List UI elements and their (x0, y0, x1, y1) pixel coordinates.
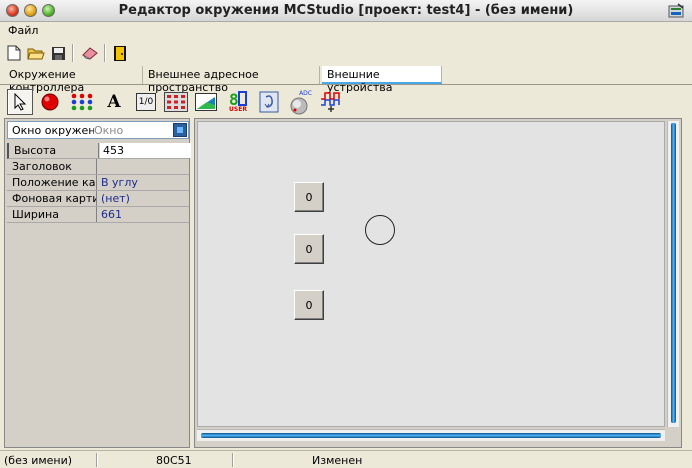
canvas-button[interactable]: 0 (294, 290, 324, 320)
new-file-icon[interactable] (4, 43, 24, 63)
horizontal-scroll-thumb[interactable] (201, 433, 661, 438)
property-row[interactable]: Фоновая картинка (нет) (7, 191, 189, 207)
eraser-icon[interactable] (80, 43, 100, 63)
vertical-scrollbar[interactable] (667, 121, 679, 427)
device-palette: A 1/0 8 USER ADC (0, 86, 692, 118)
property-name: Высота (9, 143, 99, 158)
property-row[interactable]: Заголовок (7, 159, 189, 175)
selected-object-name: Окно окружения (12, 124, 94, 137)
status-cpu: 80C51 (156, 454, 192, 467)
property-row[interactable]: Положение картинки В углу (7, 175, 189, 191)
toolbar-separator (104, 44, 106, 62)
canvas-led-circle[interactable] (365, 215, 395, 245)
toolbar-separator (72, 44, 74, 62)
user-label: USER (229, 106, 247, 113)
signal-generator-icon[interactable] (318, 89, 344, 115)
led-matrix-icon[interactable] (69, 89, 95, 115)
object-selector[interactable]: Окно окружения Окно (7, 121, 189, 139)
status-separator (232, 453, 234, 467)
window-title: Редактор окружения MCStudio [проект: tes… (118, 3, 574, 18)
object-inspector: Окно окружения Окно Высота 453 Заголовок… (4, 118, 191, 448)
led-icon[interactable] (37, 89, 63, 115)
io-switch-label: 1/0 (135, 93, 157, 111)
keypad-icon[interactable] (163, 89, 189, 115)
horizontal-scrollbar[interactable] (197, 429, 665, 441)
vertical-scroll-thumb[interactable] (671, 123, 676, 423)
save-icon[interactable] (48, 43, 68, 63)
status-bar: (без имени) 80C51 Изменен (0, 450, 692, 468)
property-value[interactable]: В углу (98, 175, 189, 190)
lcd-display-icon[interactable] (193, 89, 219, 115)
io-switch-icon[interactable]: 1/0 (133, 89, 159, 115)
property-row[interactable]: Высота 453 (7, 143, 191, 159)
property-value[interactable] (98, 159, 189, 174)
property-row[interactable]: Ширина 661 (7, 207, 189, 223)
property-grid: Высота 453 Заголовок Положение картинки … (7, 143, 191, 223)
tab-bar: Окружение контроллера Внешнее адресное п… (0, 66, 692, 94)
toolbar (0, 40, 692, 66)
tab-controller-environment[interactable]: Окружение контроллера (4, 66, 143, 94)
design-area: 0 0 0 (194, 118, 682, 448)
status-separator (96, 453, 98, 467)
property-value-input[interactable]: 453 (100, 143, 191, 158)
open-folder-icon[interactable] (26, 43, 46, 63)
adc-knob-icon[interactable]: ADC (286, 89, 312, 115)
encoder-icon[interactable] (256, 89, 282, 115)
dropdown-icon[interactable] (173, 123, 187, 137)
menu-bar: Файл (0, 22, 692, 40)
property-name: Фоновая картинка (7, 191, 97, 206)
property-value[interactable]: (нет) (98, 191, 189, 206)
property-name: Заголовок (7, 159, 97, 174)
tab-external-address-space[interactable]: Внешнее адресное пространство (143, 66, 320, 94)
environment-canvas[interactable]: 0 0 0 (197, 121, 665, 427)
adc-label: ADC (299, 89, 312, 97)
property-name: Ширина (7, 207, 97, 222)
canvas-button[interactable]: 0 (294, 182, 324, 212)
text-label-icon[interactable]: A (101, 89, 127, 115)
tab-divider (0, 84, 692, 85)
svg-text:8: 8 (229, 91, 239, 107)
pointer-icon[interactable] (7, 89, 33, 115)
property-value[interactable]: 661 (98, 207, 189, 222)
mcstudio-icon (668, 3, 684, 19)
selected-object-type: Окно (94, 124, 124, 137)
seven-segment-icon[interactable]: 8 USER (225, 89, 251, 115)
menu-file[interactable]: Файл (8, 24, 38, 37)
canvas-button[interactable]: 0 (294, 234, 324, 264)
status-filename: (без имени) (4, 454, 73, 467)
property-name: Положение картинки (7, 175, 97, 190)
title-bar: Редактор окружения MCStudio [проект: tes… (0, 0, 692, 22)
exit-door-icon[interactable] (110, 43, 130, 63)
status-state: Изменен (312, 454, 363, 467)
tab-external-devices[interactable]: Внешние устройства (322, 66, 442, 94)
